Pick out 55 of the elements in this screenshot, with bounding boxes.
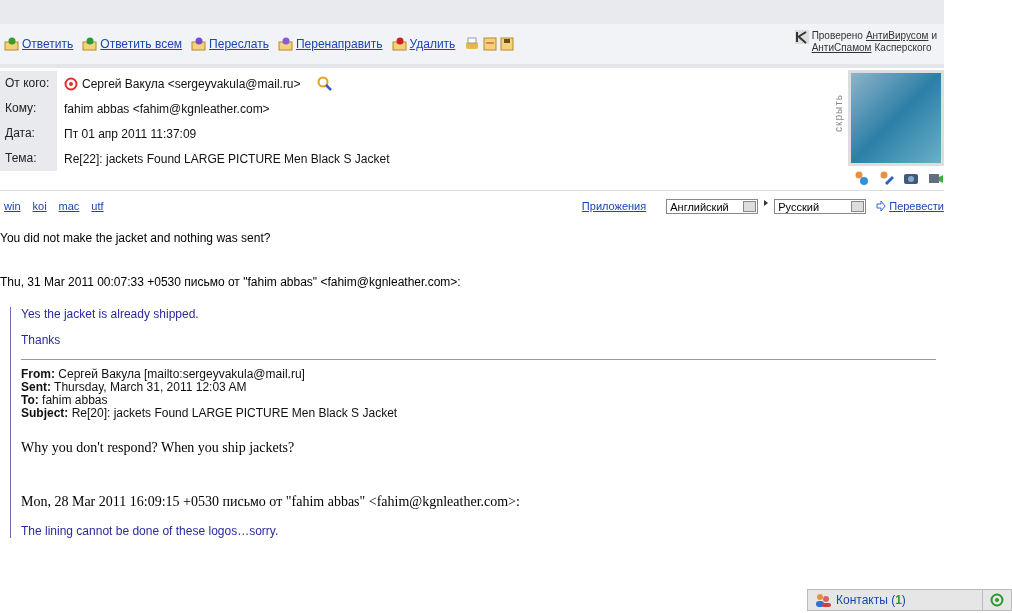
encoding-link[interactable]: koi (32, 200, 47, 212)
toolbar-link[interactable]: Переслать (191, 37, 269, 51)
header-value: fahim abbas <fahim@kgnleather.com> (64, 101, 270, 116)
quote-header: Thu, 31 Mar 2011 00:07:33 +0530 письмо от "fahim abbas" <fahim@kgnleather.com>: (0, 275, 462, 289)
contacts-button[interactable]: Контакты (1) (807, 589, 983, 611)
hide-link[interactable]: скрыть (833, 94, 844, 132)
toolbar-link[interactable]: Удалить (391, 37, 456, 51)
header-value: Пт 01 апр 2011 11:37:09 (64, 126, 197, 141)
header-value: Re[22]: jackets Found LARGE PICTURE Men Black S Jacket (64, 151, 390, 166)
language-select[interactable]: Русский (774, 198, 867, 214)
envelope-icon (82, 37, 99, 51)
header-label: Кому: (0, 96, 57, 121)
message-text: You did not make the jacket and nothing was sent? (0, 231, 272, 245)
quote-text: Thanks (21, 333, 62, 347)
edit-contact-icon[interactable] (878, 170, 894, 186)
envelope-icon (391, 37, 408, 51)
antivirus-text: Касперского (874, 42, 932, 53)
dropdown-icon (851, 200, 865, 212)
toolbar-link[interactable]: Перенаправить (277, 37, 383, 51)
message-text: Why you don't respond? When you ship jackets? (21, 440, 296, 456)
header-label: От кого: (0, 71, 57, 96)
quote-header: Mon, 28 Mar 2011 16:09:15 +0530 письмо от "fahim abbas" <fahim@kgnleather.com>: (21, 494, 521, 510)
dropdown-icon (743, 200, 757, 212)
antivirus-text: Проверено (811, 30, 863, 41)
envelope-icon (4, 37, 20, 51)
people-icon (814, 593, 832, 607)
antispam-link[interactable]: АнтиСпамом (811, 42, 872, 53)
contact-icon[interactable] (853, 170, 869, 186)
save-icon[interactable] (500, 37, 515, 51)
encoding-link[interactable]: utf (91, 200, 104, 212)
language-select[interactable]: Английский (666, 198, 759, 214)
forward-field: To: fahim abbas (21, 394, 944, 407)
arrow-icon (876, 201, 887, 211)
header-value: Сергей Вакула <sergeyvakula@mail.ru> (82, 76, 301, 91)
envelope-icon (277, 37, 294, 51)
encoding-link[interactable]: mac (58, 200, 80, 212)
arrow-icon (764, 200, 769, 206)
mail-button[interactable] (983, 589, 1012, 611)
envelope-icon (191, 37, 208, 51)
antivirus-text: и (931, 30, 937, 41)
forward-field: Subject: Re[20]: jackets Found LARGE PICTURE Men Black S Jacket (21, 407, 944, 420)
toolbar-link[interactable]: Ответить (4, 37, 74, 51)
antivirus-link[interactable]: АнтиВирусом (865, 30, 929, 41)
header-label: Тема: (0, 146, 57, 171)
k-logo-icon (794, 30, 809, 44)
attachments-link[interactable]: Приложения (581, 200, 647, 212)
toolbar-link[interactable]: Ответить всем (82, 37, 183, 51)
forward-field: From: Сергей Вакула [mailto:sergeyvakula@mail.ru] (21, 368, 944, 381)
quote-text: Yes the jacket is already shipped. (21, 307, 200, 321)
header-label: Дата: (0, 121, 57, 146)
translate-link[interactable]: Перевести (876, 200, 944, 212)
forward-field: Sent: Thursday, March 31, 2011 12:03 AM (21, 381, 944, 394)
encoding-link[interactable]: win (4, 200, 21, 212)
search-icon[interactable] (316, 75, 333, 92)
quote-text: The lining cannot be done of these logos…sorry. (21, 524, 280, 538)
